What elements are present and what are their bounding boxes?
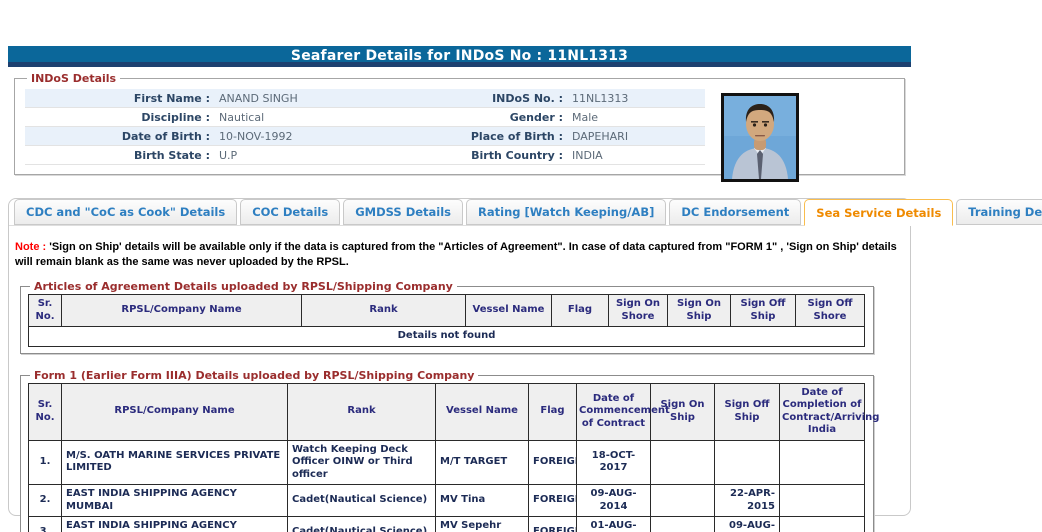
cell-sign-off-ship: 09-AUG-2014 bbox=[714, 516, 780, 532]
col-rank: Rank bbox=[287, 382, 436, 441]
detail-row: Date of Birth : 10-NOV-1992 Place of Bir… bbox=[25, 127, 705, 146]
detail-row: First Name : ANAND SINGH INDoS No. : 11N… bbox=[25, 89, 705, 108]
cell-rank: Cadet(Nautical Science) bbox=[287, 516, 436, 532]
col-sign-on-ship: Sign On Ship bbox=[667, 294, 731, 328]
col-sign-off-ship: Sign Off Ship bbox=[730, 294, 796, 328]
cell-company: M/S. OATH MARINE SERVICES PRIVATE LIMITE… bbox=[61, 439, 288, 486]
tab-gmdss-details[interactable]: GMDSS Details bbox=[343, 199, 464, 225]
form1-legend: Form 1 (Earlier Form IIIA) Details uploa… bbox=[34, 368, 475, 382]
table-row: 2. EAST INDIA SHIPPING AGENCY MUMBAI Cad… bbox=[28, 484, 865, 518]
birth-country-label: Birth Country : bbox=[471, 149, 563, 162]
cell-completion bbox=[779, 484, 865, 518]
cell-vessel: M/T TARGET bbox=[435, 439, 529, 486]
cell-commencement: 18-OCT-2017 bbox=[576, 439, 651, 486]
articles-of-agreement-fieldset: Articles of Agreement Details uploaded b… bbox=[20, 280, 874, 354]
tab-sea-service-details[interactable]: Sea Service Details bbox=[804, 199, 954, 226]
cell-sign-on-ship bbox=[650, 439, 715, 486]
cell-sr: 3. bbox=[28, 516, 62, 532]
birth-state-label: Birth State : bbox=[133, 149, 210, 162]
articles-table: Sr. No. RPSL/Company Name Rank Vessel Na… bbox=[28, 294, 865, 347]
person-portrait-icon bbox=[724, 96, 796, 179]
col-rpsl-company-name: RPSL/Company Name bbox=[61, 294, 302, 328]
col-sr-no: Sr. No. bbox=[28, 382, 62, 441]
table-row: 1. M/S. OATH MARINE SERVICES PRIVATE LIM… bbox=[28, 439, 865, 486]
cell-vessel: MV Tina bbox=[435, 484, 529, 518]
place-of-birth-label: Place of Birth : bbox=[470, 130, 563, 143]
first-name-label: First Name : bbox=[133, 92, 210, 105]
indos-details-fieldset: INDoS Details First Name : ANAND SINGH I… bbox=[14, 72, 905, 182]
col-rank: Rank bbox=[301, 294, 466, 328]
col-vessel-name: Vessel Name bbox=[465, 294, 552, 328]
col-sr-no: Sr. No. bbox=[28, 294, 62, 328]
col-date-of-completion: Date of Completion of Contract/Arriving … bbox=[779, 382, 879, 441]
tab-coc-details[interactable]: COC Details bbox=[240, 199, 341, 225]
col-sign-off-ship: Sign Off Ship bbox=[714, 382, 780, 441]
articles-header-row: Sr. No. RPSL/Company Name Rank Vessel Na… bbox=[28, 294, 865, 328]
cell-sign-on-ship bbox=[650, 516, 715, 532]
note-text: Note : 'Sign on Ship' details will be av… bbox=[15, 240, 904, 269]
cell-completion bbox=[779, 516, 865, 532]
col-flag: Flag bbox=[551, 294, 609, 328]
seafarer-photo bbox=[721, 93, 799, 182]
discipline-label: Discipline : bbox=[141, 111, 210, 124]
form1-header-row: Sr. No. RPSL/Company Name Rank Vessel Na… bbox=[28, 382, 879, 441]
cell-sr: 2. bbox=[28, 484, 62, 518]
indos-no-value: 11NL1313 bbox=[572, 92, 629, 105]
cell-commencement: 01-AUG-2014 bbox=[576, 516, 651, 532]
birth-country-value: INDIA bbox=[572, 149, 603, 162]
cell-sr: 1. bbox=[28, 439, 62, 486]
indos-no-label: INDoS No. : bbox=[492, 92, 563, 105]
note-prefix: Note : bbox=[15, 241, 47, 253]
table-row: 3. EAST INDIA SHIPPING AGENCY MUMBAI Cad… bbox=[28, 516, 865, 532]
indos-detail-rows: First Name : ANAND SINGH INDoS No. : 11N… bbox=[25, 89, 705, 165]
note-body: 'Sign on Ship' details will be available… bbox=[15, 241, 897, 268]
date-of-birth-label: Date of Birth : bbox=[121, 130, 210, 143]
tab-dc-endorsement[interactable]: DC Endorsement bbox=[669, 199, 802, 225]
cell-sign-off-ship bbox=[714, 439, 780, 486]
articles-empty-row: Details not found bbox=[28, 326, 865, 347]
articles-legend: Articles of Agreement Details uploaded b… bbox=[34, 280, 453, 294]
col-sign-off-shore: Sign Off Shore bbox=[795, 294, 865, 328]
tab-training-details[interactable]: Training Details bbox=[956, 199, 1042, 225]
discipline-value: Nautical bbox=[219, 111, 265, 124]
cell-commencement: 09-AUG-2014 bbox=[576, 484, 651, 518]
birth-state-value: U.P bbox=[219, 149, 238, 162]
tab-cdc-coc-cook-details[interactable]: CDC and "CoC as Cook" Details bbox=[14, 199, 238, 225]
date-of-birth-value: 10-NOV-1992 bbox=[219, 130, 293, 143]
cell-flag: FOREIGN bbox=[528, 484, 577, 518]
cell-company: EAST INDIA SHIPPING AGENCY MUMBAI bbox=[61, 484, 288, 518]
details-not-found-message: Details not found bbox=[28, 326, 865, 347]
cell-rank: Cadet(Nautical Science) bbox=[287, 484, 436, 518]
col-sign-on-shore: Sign On Shore bbox=[608, 294, 668, 328]
page-title: Seafarer Details for INDoS No : 11NL1313 bbox=[8, 46, 911, 67]
cell-vessel: MV Sepehr Artin bbox=[435, 516, 529, 532]
col-date-of-commencement: Date of Commencement of Contract bbox=[576, 382, 670, 441]
col-rpsl-company-name: RPSL/Company Name bbox=[61, 382, 288, 441]
cell-sign-off-ship: 22-APR-2015 bbox=[714, 484, 780, 518]
cell-sign-on-ship bbox=[650, 484, 715, 518]
tab-content-panel: CDC and "CoC as Cook" Details COC Detail… bbox=[8, 198, 1042, 532]
cell-completion bbox=[779, 439, 865, 486]
col-flag: Flag bbox=[528, 382, 577, 441]
tab-strip: CDC and "CoC as Cook" Details COC Detail… bbox=[9, 199, 1042, 226]
detail-row: Discipline : Nautical Gender : Male bbox=[25, 108, 705, 127]
col-vessel-name: Vessel Name bbox=[435, 382, 529, 441]
form1-fieldset: Form 1 (Earlier Form IIIA) Details uploa… bbox=[20, 368, 879, 532]
cell-company: EAST INDIA SHIPPING AGENCY MUMBAI bbox=[61, 516, 288, 532]
indos-details-legend: INDoS Details bbox=[31, 72, 117, 85]
place-of-birth-value: DAPEHARI bbox=[572, 130, 629, 143]
gender-value: Male bbox=[572, 111, 599, 124]
detail-row: Birth State : U.P Birth Country : INDIA bbox=[25, 146, 705, 165]
form1-table: Sr. No. RPSL/Company Name Rank Vessel Na… bbox=[28, 382, 879, 532]
tab-rating-watch-keeping-ab[interactable]: Rating [Watch Keeping/AB] bbox=[466, 199, 667, 225]
first-name-value: ANAND SINGH bbox=[219, 92, 298, 105]
gender-label: Gender : bbox=[509, 111, 563, 124]
cell-rank: Watch Keeping Deck Officer OINW or Third… bbox=[287, 439, 436, 486]
cell-flag: FOREIGN bbox=[528, 439, 577, 486]
cell-flag: FOREIGN bbox=[528, 516, 577, 532]
